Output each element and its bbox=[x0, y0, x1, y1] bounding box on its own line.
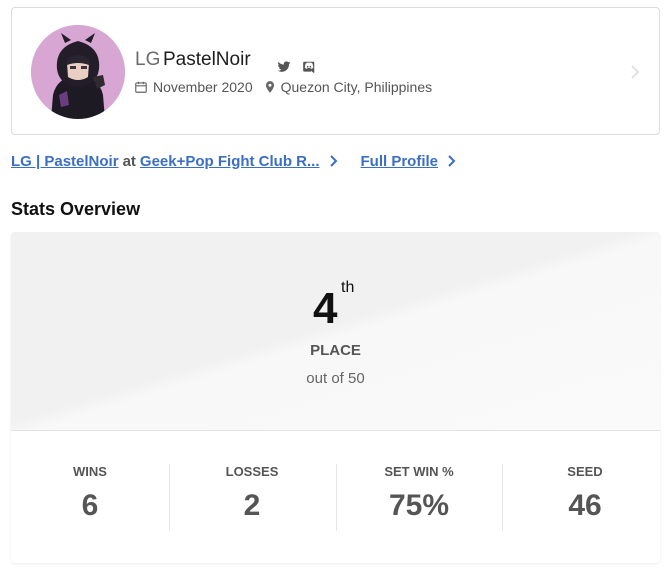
stats-overview-card: 4 th PLACE out of 50 WINS 6 LOSSES 2 SET… bbox=[11, 232, 660, 563]
gamertag: PastelNoir bbox=[163, 49, 251, 70]
calendar-icon bbox=[135, 81, 147, 93]
at-text: at bbox=[122, 152, 136, 170]
placement-suffix: th bbox=[341, 279, 355, 296]
player-event-link[interactable]: LG | PastelNoir bbox=[11, 153, 119, 170]
profile-card[interactable]: LG PastelNoir November 2020 Quezon City,… bbox=[11, 7, 660, 135]
stat-label: LOSSES bbox=[225, 464, 279, 479]
placement-out-of: out of 50 bbox=[306, 370, 365, 387]
event-link[interactable]: Geek+Pop Fight Club R... bbox=[140, 153, 320, 170]
avatar bbox=[31, 25, 125, 119]
stat-value: 2 bbox=[243, 489, 261, 522]
team-prefix: LG bbox=[135, 49, 161, 70]
stat-value: 75% bbox=[388, 489, 450, 522]
placement-number: 4 bbox=[313, 284, 338, 333]
profile-meta: November 2020 Quezon City, Philippines bbox=[134, 78, 432, 96]
discord-icon[interactable] bbox=[302, 60, 316, 74]
stat-losses: LOSSES 2 bbox=[169, 431, 335, 563]
stat-seed: SEED 46 bbox=[502, 431, 660, 563]
stat-set-win-percent: SET WIN % 75% bbox=[336, 431, 502, 563]
section-title: Stats Overview bbox=[11, 199, 141, 219]
placement-panel: 4 th PLACE out of 50 bbox=[11, 232, 660, 430]
stat-value: 46 bbox=[568, 489, 602, 522]
twitter-icon[interactable] bbox=[277, 60, 291, 74]
placement-label: PLACE bbox=[310, 342, 361, 359]
joined-date: November 2020 bbox=[153, 79, 253, 95]
stat-label: SEED bbox=[567, 464, 603, 479]
stats-row: WINS 6 LOSSES 2 SET WIN % 75% SEED 46 bbox=[11, 430, 660, 563]
chevron-right-icon[interactable] bbox=[329, 154, 339, 168]
full-profile-link[interactable]: Full Profile bbox=[361, 153, 439, 170]
chevron-right-icon[interactable] bbox=[447, 154, 457, 168]
stat-wins: WINS 6 bbox=[11, 431, 169, 563]
location: Quezon City, Philippines bbox=[280, 79, 433, 95]
location-pin-icon bbox=[265, 81, 274, 93]
chevron-right-icon[interactable] bbox=[629, 63, 641, 81]
stat-label: SET WIN % bbox=[384, 464, 454, 479]
stat-value: 6 bbox=[81, 489, 99, 522]
breadcrumb-links: LG | PastelNoir at Geek+Pop Fight Club R… bbox=[11, 151, 457, 171]
stat-label: WINS bbox=[73, 464, 107, 479]
